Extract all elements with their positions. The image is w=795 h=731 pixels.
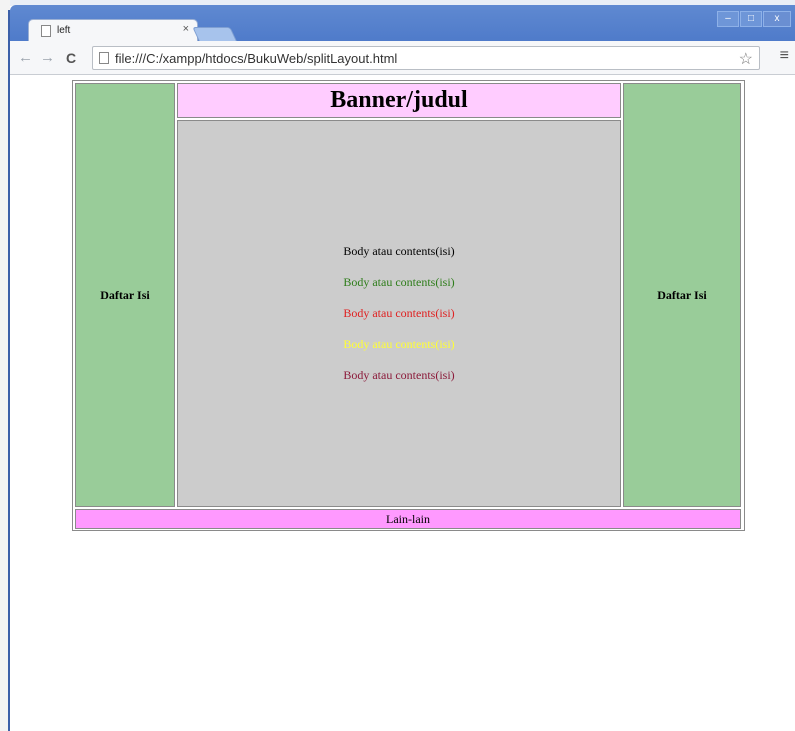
banner-cell: Banner/judul — [177, 83, 621, 118]
right-nav-cell: Daftar Isi — [623, 83, 741, 507]
content-cell: Body atau contents(isi) Body atau content… — [177, 120, 621, 507]
maximize-button[interactable]: □ — [740, 11, 762, 27]
page-icon — [41, 25, 51, 37]
right-nav-label: Daftar Isi — [657, 287, 707, 302]
footer-cell: Lain-lain — [75, 509, 741, 529]
body-text-line: Body atau contents(isi) — [343, 275, 455, 289]
page-viewport: Daftar Isi Banner/judul Body atau conten… — [10, 76, 795, 731]
back-arrow-icon[interactable]: ← — [18, 49, 33, 66]
window-controls: – □ x — [717, 11, 791, 27]
browser-toolbar: ← → C file:///C:/xampp/htdocs/BukuWeb/sp… — [10, 41, 795, 75]
layout-table: Daftar Isi Banner/judul Body atau conten… — [72, 80, 745, 531]
address-bar[interactable]: file:///C:/xampp/htdocs/BukuWeb/splitLay… — [92, 46, 760, 70]
desktop-left-strip — [0, 0, 10, 731]
body-text-line: Body atau contents(isi) — [343, 337, 455, 351]
banner-title: Banner/judul — [330, 87, 468, 113]
file-page-icon — [99, 52, 109, 64]
browser-titlebar: left × – □ x — [10, 5, 795, 43]
url-text[interactable]: file:///C:/xampp/htdocs/BukuWeb/splitLay… — [115, 51, 397, 66]
tab-title: left — [57, 25, 71, 36]
close-window-button[interactable]: x — [763, 11, 791, 27]
menu-icon[interactable]: ≡ — [780, 47, 789, 65]
footer-text: Lain-lain — [386, 511, 430, 526]
left-nav-cell: Daftar Isi — [75, 83, 175, 507]
left-nav-label: Daftar Isi — [100, 287, 150, 302]
minimize-button[interactable]: – — [717, 11, 739, 27]
body-text-line: Body atau contents(isi) — [343, 306, 455, 320]
body-text-line: Body atau contents(isi) — [343, 244, 455, 258]
bookmark-star-icon[interactable]: ☆ — [739, 49, 753, 69]
body-text-line: Body atau contents(isi) — [343, 368, 455, 382]
reload-icon[interactable]: C — [66, 50, 76, 66]
tab-close-icon[interactable]: × — [183, 23, 189, 35]
forward-arrow-icon[interactable]: → — [40, 49, 55, 66]
browser-tab[interactable]: left × — [28, 19, 198, 43]
